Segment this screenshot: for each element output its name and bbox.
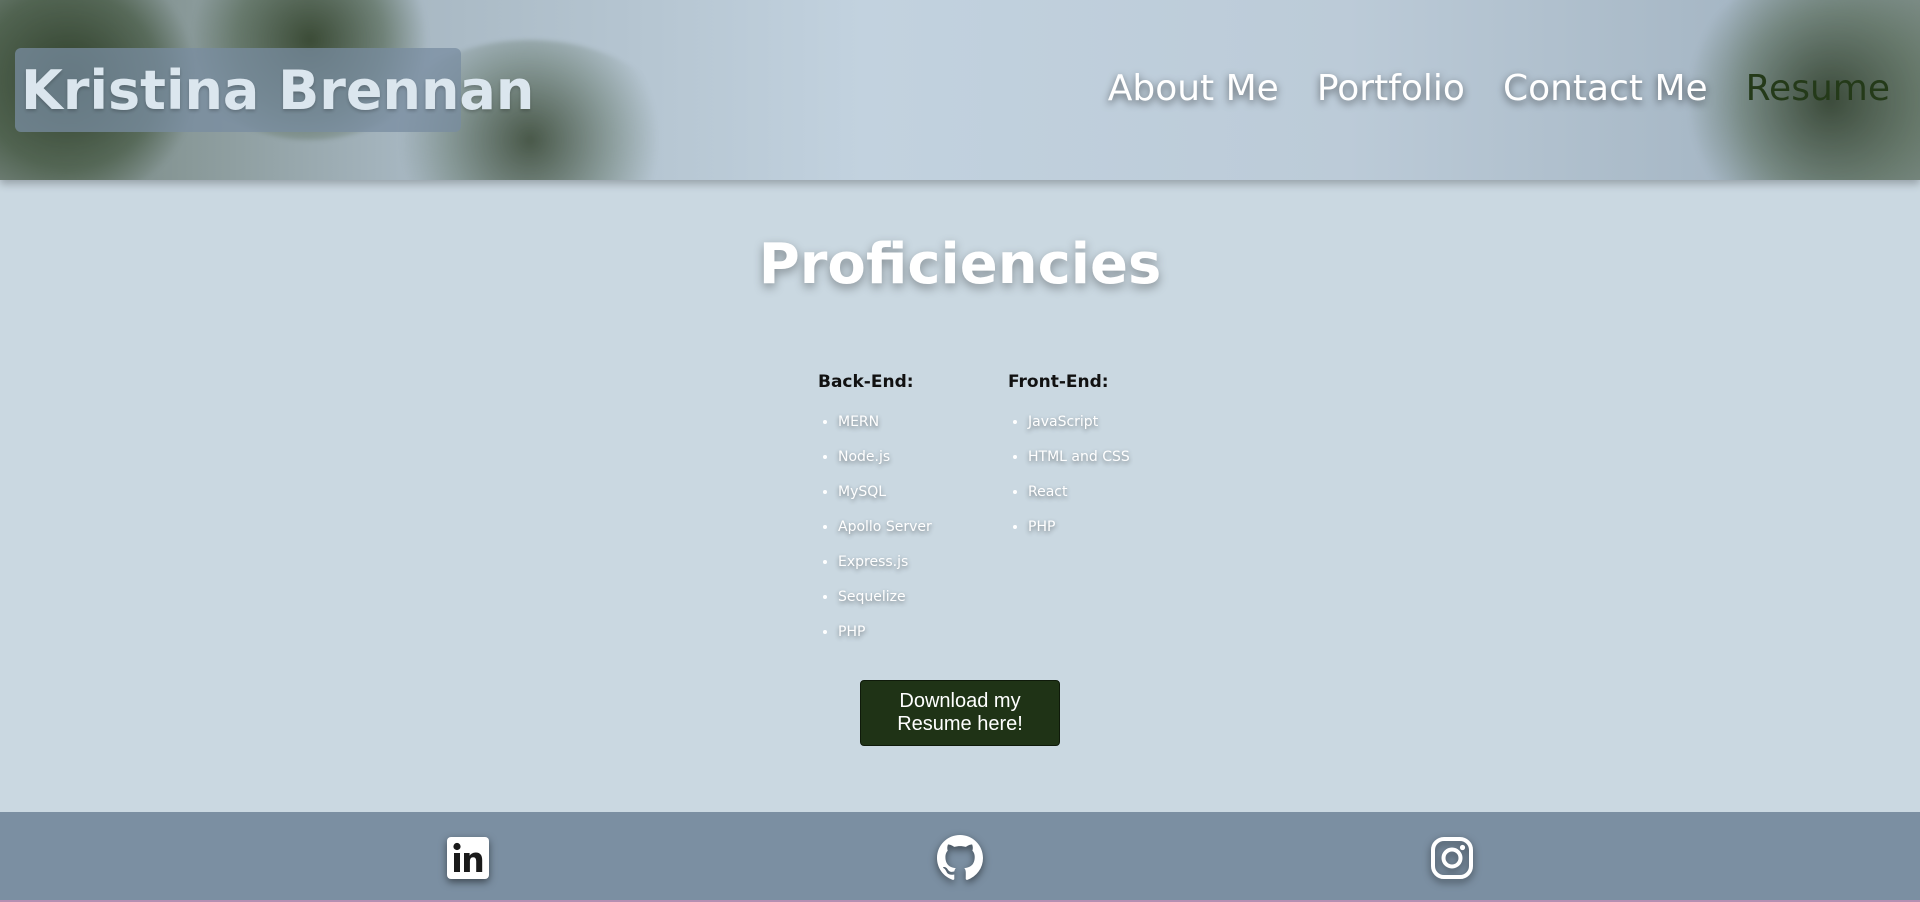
- linkedin-link[interactable]: [444, 836, 492, 884]
- download-resume-button[interactable]: Download my Resume here!: [860, 680, 1060, 746]
- backend-list: MERN Node.js MySQL Apollo Server Express…: [808, 412, 998, 657]
- instagram-link[interactable]: [1428, 836, 1476, 884]
- list-item: MySQL: [838, 482, 998, 517]
- instagram-icon: [1430, 836, 1474, 884]
- nav-about-me[interactable]: About Me: [1108, 68, 1279, 109]
- main-nav: About Me Portfolio Contact Me Resume: [1108, 68, 1890, 109]
- github-link[interactable]: [936, 835, 984, 885]
- proficiency-columns: Back-End: MERN Node.js MySQL Apollo Serv…: [808, 372, 1188, 657]
- resume-section: Proficiencies Back-End: MERN Node.js MyS…: [0, 180, 1920, 812]
- nav-contact-me[interactable]: Contact Me: [1503, 68, 1708, 109]
- list-item: JavaScript: [1028, 412, 1188, 447]
- list-item: MERN: [838, 412, 998, 447]
- github-icon: [937, 835, 983, 885]
- list-item: Apollo Server: [838, 517, 998, 552]
- brand-name: Kristina Brennan: [21, 58, 535, 122]
- linkedin-icon: [446, 836, 490, 884]
- list-item: Express.js: [838, 552, 998, 587]
- list-item: HTML and CSS: [1028, 447, 1188, 482]
- list-item: PHP: [1028, 517, 1188, 552]
- page-title: Proficiencies: [758, 232, 1162, 297]
- nav-resume[interactable]: Resume: [1746, 68, 1890, 109]
- backend-heading: Back-End:: [818, 372, 914, 392]
- backend-column: Back-End: MERN Node.js MySQL Apollo Serv…: [808, 372, 998, 657]
- frontend-column: Front-End: JavaScript HTML and CSS React…: [998, 372, 1188, 657]
- list-item: PHP: [838, 622, 998, 657]
- site-header: Kristina Brennan About Me Portfolio Cont…: [0, 0, 1920, 180]
- frontend-heading: Front-End:: [1008, 372, 1109, 392]
- frontend-list: JavaScript HTML and CSS React PHP: [998, 412, 1188, 552]
- brand-logo[interactable]: Kristina Brennan: [15, 48, 534, 132]
- nav-portfolio[interactable]: Portfolio: [1317, 68, 1465, 109]
- list-item: Sequelize: [838, 587, 998, 622]
- site-footer: [0, 812, 1920, 902]
- list-item: Node.js: [838, 447, 998, 482]
- list-item: React: [1028, 482, 1188, 517]
